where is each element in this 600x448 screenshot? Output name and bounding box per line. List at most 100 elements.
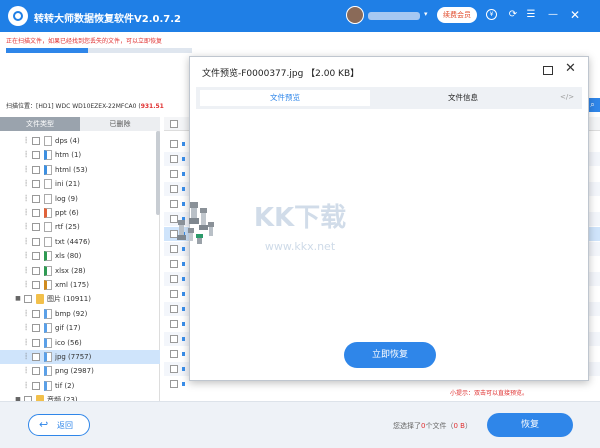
app-title: 转转大师数据恢复软件V2.0.7.2 [34, 14, 181, 25]
row-checkbox[interactable] [170, 260, 178, 268]
tree-item-checkbox[interactable] [32, 338, 40, 347]
tree-item[interactable]: ┆ ini (21) [0, 177, 160, 191]
tree-scrollbar[interactable] [156, 131, 160, 215]
row-checkbox[interactable] [170, 290, 178, 298]
tree-item[interactable]: ┆ png (2987) [0, 364, 160, 378]
tree-item-checkbox[interactable] [32, 151, 40, 160]
code-icon[interactable]: </> [560, 93, 574, 101]
row-marker-icon [182, 337, 185, 341]
select-all-checkbox[interactable] [170, 120, 178, 128]
selection-prefix: 您选择了 [393, 422, 421, 430]
row-checkbox[interactable] [170, 350, 178, 358]
tree-item-checkbox[interactable] [32, 137, 40, 145]
tree-item[interactable]: ┆ gif (17) [0, 321, 160, 335]
tree-item-checkbox[interactable] [32, 165, 40, 174]
tree-item-checkbox[interactable] [32, 353, 40, 361]
tree-item-checkbox[interactable] [32, 381, 40, 390]
close-icon[interactable]: ✕ [565, 61, 576, 77]
tree-line-icon: ┆ [24, 324, 28, 332]
tree-item-checkbox[interactable] [32, 237, 40, 246]
tree-item[interactable]: ┆ rtf (25) [0, 220, 160, 234]
tree-line-icon: ┆ [24, 353, 28, 360]
tree-item[interactable]: ┆ ico (56) [0, 336, 160, 350]
row-marker-icon [182, 172, 185, 176]
recover-button[interactable]: 恢复 [487, 413, 573, 437]
tree-item-checkbox[interactable] [32, 266, 40, 275]
tree-item-label: tif (2) [55, 381, 75, 390]
tree-item-checkbox[interactable] [32, 281, 40, 289]
tree-item[interactable]: ┆ ppt (6) [0, 206, 160, 220]
tree-line-icon: ┆ [24, 266, 28, 274]
minimize-icon[interactable]: — [546, 8, 560, 22]
row-checkbox[interactable] [170, 365, 178, 373]
row-checkbox[interactable] [170, 335, 178, 343]
row-checkbox[interactable] [170, 185, 178, 193]
row-checkbox[interactable] [170, 275, 178, 283]
tree-item-checkbox[interactable] [32, 209, 40, 217]
maximize-icon[interactable] [543, 66, 553, 75]
tree-item[interactable]: ┆ tif (2) [0, 379, 160, 393]
chevron-down-icon[interactable]: ▾ [424, 10, 428, 18]
watermark: KK下载 www.kkx.net [254, 203, 346, 253]
row-checkbox[interactable] [170, 140, 178, 148]
preview-image [177, 202, 214, 244]
scan-status-text: 正在扫描文件，如果已经找到您丢失的文件，可以立即恢复 [6, 38, 163, 45]
tree-item[interactable]: ┆ xml (175) [0, 278, 160, 292]
tree-item[interactable]: ■ 图片 (10911) [0, 292, 160, 306]
recover-now-button[interactable]: 立即恢复 [344, 342, 436, 368]
file-type-tree: ┆ dps (4) ┆ htm (1) ┆ html (53) ┆ ini (21) ┆ log … [0, 131, 160, 406]
row-marker-icon [182, 247, 185, 251]
row-checkbox[interactable] [170, 245, 178, 253]
tree-item[interactable]: ┆ dps (4) [0, 134, 160, 148]
doc-file-icon [44, 236, 52, 247]
tab-deleted[interactable]: 已删除 [80, 117, 160, 131]
scan-progress-fill [6, 48, 88, 53]
tree-item[interactable]: ┆ xlsx (28) [0, 264, 160, 278]
tree-item[interactable]: ┆ html (53) [0, 163, 160, 177]
tree-item-checkbox[interactable] [32, 367, 40, 376]
doc-file-icon [44, 193, 52, 204]
row-marker-icon [182, 262, 185, 266]
refresh-icon[interactable]: ⟳ [506, 8, 520, 22]
dollar-icon[interactable]: ¥ [485, 8, 499, 22]
expand-toggle-icon[interactable]: ■ [14, 294, 22, 304]
tab-file-type[interactable]: 文件类型 [0, 117, 80, 131]
selection-mid: 个文件（ [425, 422, 454, 430]
tree-item-checkbox[interactable] [32, 324, 40, 333]
tree-item-checkbox[interactable] [32, 309, 40, 318]
tree-item-label: png (2987) [55, 367, 94, 376]
back-button[interactable]: ↩ 返回 [28, 414, 90, 436]
tree-item[interactable]: ┆ log (9) [0, 192, 160, 206]
tree-item[interactable]: ┆ txt (4476) [0, 235, 160, 249]
row-marker-icon [182, 322, 185, 326]
tree-item-checkbox[interactable] [32, 252, 40, 261]
close-icon[interactable]: ✕ [568, 8, 582, 22]
tree-item-checkbox[interactable] [24, 295, 32, 304]
row-checkbox[interactable] [170, 305, 178, 313]
xls-file-icon [44, 251, 52, 262]
renew-member-button[interactable]: 续费会员 [437, 7, 477, 23]
tree-item[interactable]: ┆ htm (1) [0, 148, 160, 162]
row-checkbox[interactable] [170, 155, 178, 163]
row-checkbox[interactable] [170, 320, 178, 328]
tree-item-checkbox[interactable] [32, 180, 40, 189]
img-file-icon [44, 323, 52, 334]
tree-item[interactable]: ┆ xls (80) [0, 249, 160, 263]
htm-file-icon [44, 164, 52, 175]
tree-item-label: xlsx (28) [55, 266, 86, 275]
back-arrow-icon: ↩ [39, 418, 49, 431]
doc-file-icon [44, 222, 52, 233]
tree-item-checkbox[interactable] [32, 194, 40, 203]
tab-file-preview[interactable]: 文件预览 [200, 90, 370, 106]
ppt-file-icon [44, 208, 52, 218]
tree-item-checkbox[interactable] [32, 223, 40, 232]
tree-item[interactable]: ┆ jpg (7757) [0, 350, 160, 364]
menu-icon[interactable]: ☰ [524, 8, 538, 22]
tree-item-label: txt (4476) [55, 237, 91, 246]
tree-item[interactable]: ┆ bmp (92) [0, 307, 160, 321]
row-checkbox[interactable] [170, 380, 178, 388]
tab-file-info[interactable]: 文件信息 [378, 90, 548, 106]
row-checkbox[interactable] [170, 170, 178, 178]
tree-line-icon: ┆ [24, 194, 28, 202]
avatar[interactable] [346, 6, 364, 24]
